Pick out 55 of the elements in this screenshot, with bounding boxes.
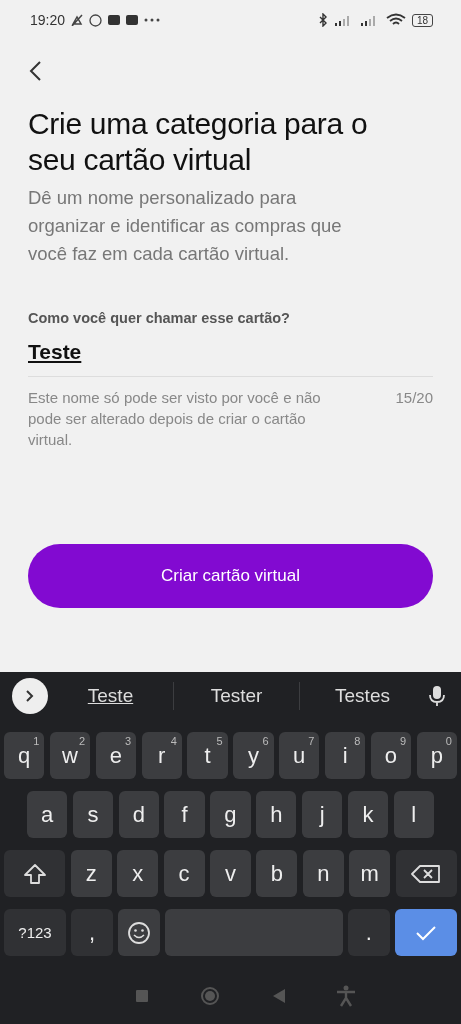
letter-key[interactable]: m <box>349 850 391 897</box>
checkmark-icon <box>415 924 438 941</box>
suggestion-chip[interactable]: Testes <box>300 685 425 707</box>
letter-key[interactable]: i $^{8}$ <box>324 732 366 779</box>
more-icon <box>144 18 161 22</box>
smiley-icon <box>126 920 151 945</box>
letter-key[interactable]: n <box>302 850 344 897</box>
page-title: Crie uma categoria para o seu cartão virtual <box>28 106 369 178</box>
letter-key[interactable]: u $^{7}$ <box>279 732 320 779</box>
backspace-icon <box>411 863 442 884</box>
status-time: 19:20 <box>30 12 66 28</box>
shift-arrow-icon <box>22 862 47 885</box>
letter-key[interactable]: s <box>72 791 114 838</box>
punctuation-key[interactable]: . <box>348 909 390 956</box>
battery-indicator: 18 <box>411 13 433 27</box>
letter-key[interactable]: p $^{0}$ <box>416 732 457 779</box>
letter-key[interactable]: t $^{5}$ <box>187 732 228 779</box>
page-description: Dê um nome personalizado para organizar e identificar as compras que você faz em cada cartão virtual. <box>28 186 343 266</box>
character-counter: 15/20 <box>395 388 433 408</box>
bluetooth-icon <box>317 13 328 27</box>
punctuation-key[interactable]: , <box>71 909 113 956</box>
expand-toolbar-button[interactable] <box>12 678 48 714</box>
letter-key[interactable]: d <box>118 791 159 838</box>
wifi-icon <box>385 13 406 27</box>
letter-key[interactable]: x <box>117 850 159 897</box>
letter-key[interactable]: y $^{6}$ <box>233 732 274 779</box>
letter-key[interactable]: q $^{1}$ <box>4 732 45 779</box>
letter-key[interactable]: a <box>27 791 68 838</box>
letter-key[interactable]: c <box>163 850 205 897</box>
field-label: Como você quer chamar esse cartão? <box>28 310 291 326</box>
letter-key[interactable]: h <box>256 791 297 838</box>
suggestion-chip[interactable]: Tester <box>174 685 299 707</box>
name-input-field[interactable]: Teste <box>28 340 433 377</box>
create-card-button[interactable]: Criar cartão virtual <box>28 544 433 608</box>
letter-key[interactable]: f <box>164 791 205 838</box>
letter-key[interactable]: b <box>256 850 298 897</box>
letter-key[interactable]: e $^{3}$ <box>95 732 137 779</box>
letter-key[interactable]: j <box>301 791 343 838</box>
letter-key[interactable]: o $^{9}$ <box>370 732 412 779</box>
letter-key[interactable]: l <box>393 791 434 838</box>
microphone-icon[interactable] <box>429 685 445 707</box>
shift-key[interactable] <box>4 850 66 897</box>
suggestion-chip[interactable]: Teste <box>48 685 173 707</box>
letter-key[interactable]: w $^{2}$ <box>49 732 91 779</box>
letter-key[interactable]: k <box>347 791 389 838</box>
emoji-key[interactable] <box>118 909 160 956</box>
helper-text: Este nome só pode ser visto por você e não pode ser alterado depois de criar o cartão virtual. <box>28 388 322 450</box>
letter-key[interactable]: g <box>210 791 251 838</box>
circle-icon <box>89 13 103 27</box>
letter-key[interactable]: z <box>70 850 112 897</box>
letter-key[interactable]: r $^{4}$ <box>141 732 182 779</box>
symbols-key[interactable]: ?123 <box>4 909 66 956</box>
chevron-right-icon <box>25 689 35 703</box>
backspace-key[interactable] <box>395 850 458 897</box>
letter-key[interactable]: v <box>210 850 251 897</box>
